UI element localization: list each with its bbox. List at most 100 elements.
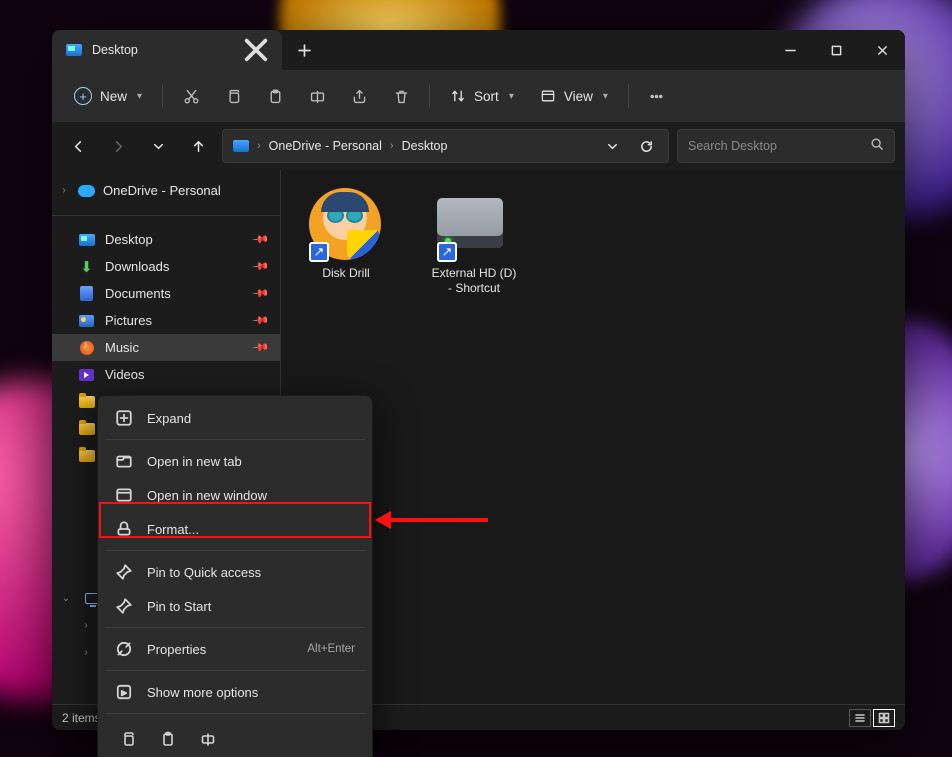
- chevron-right-icon: ›: [58, 185, 70, 196]
- new-menu-button[interactable]: + New ▾: [62, 81, 154, 111]
- ctx-open-new-tab[interactable]: Open in new tab: [103, 444, 367, 478]
- shortcut-overlay-icon: ↗: [437, 242, 457, 262]
- content-area[interactable]: ↗ Disk Drill ↗ External HD (D) - Shortcu…: [280, 170, 905, 704]
- close-button[interactable]: [859, 30, 905, 70]
- more-button[interactable]: [637, 78, 677, 114]
- search-box[interactable]: [677, 129, 895, 163]
- search-icon: [870, 137, 884, 156]
- pin-icon: 📌: [252, 311, 271, 330]
- ctx-rename-button[interactable]: [191, 724, 225, 754]
- sidebar-item-label: Downloads: [105, 259, 169, 274]
- new-label: New: [100, 89, 127, 104]
- address-bar[interactable]: › OneDrive - Personal › Desktop: [222, 129, 669, 163]
- window-icon: [115, 486, 133, 504]
- chevron-right-icon: ›: [80, 647, 92, 658]
- file-label: Disk Drill: [322, 266, 369, 281]
- file-item-disk-drill[interactable]: ↗ Disk Drill: [297, 182, 395, 287]
- ctx-format[interactable]: Format...: [103, 512, 367, 546]
- forward-button[interactable]: [102, 130, 134, 162]
- cloud-icon: [78, 185, 95, 197]
- sidebar-item-videos[interactable]: Videos: [52, 361, 280, 388]
- refresh-button[interactable]: [630, 130, 662, 162]
- back-button[interactable]: [62, 130, 94, 162]
- music-icon: [80, 341, 94, 355]
- details-view-button[interactable]: [849, 709, 871, 727]
- sidebar-root-onedrive[interactable]: › OneDrive - Personal: [52, 176, 280, 205]
- sidebar-item-label: Desktop: [105, 232, 153, 247]
- plus-circle-icon: +: [74, 87, 92, 105]
- chevron-right-icon: ›: [390, 140, 394, 152]
- delete-button[interactable]: [381, 78, 421, 114]
- chevron-down-icon: ⌄: [60, 593, 72, 604]
- ctx-open-new-window[interactable]: Open in new window: [103, 478, 367, 512]
- copy-button[interactable]: [213, 78, 253, 114]
- properties-icon: [115, 640, 133, 658]
- rename-button[interactable]: [297, 78, 337, 114]
- file-item-external-hd[interactable]: ↗ External HD (D) - Shortcut: [425, 182, 523, 302]
- ctx-copy-button[interactable]: [111, 724, 145, 754]
- tab-desktop[interactable]: Desktop: [52, 30, 282, 70]
- expand-icon: [115, 409, 133, 427]
- desktop-icon: [79, 234, 95, 246]
- new-tab-button[interactable]: [282, 30, 326, 70]
- ctx-properties[interactable]: Properties Alt+Enter: [103, 632, 367, 666]
- pin-icon: 📌: [252, 257, 271, 276]
- maximize-button[interactable]: [813, 30, 859, 70]
- address-dropdown-button[interactable]: [596, 130, 628, 162]
- file-label: External HD (D) - Shortcut: [429, 266, 519, 296]
- status-text: 2 items: [62, 711, 101, 725]
- more-icon: [115, 683, 133, 701]
- sidebar-item-pictures[interactable]: Pictures 📌: [52, 307, 280, 334]
- view-label: View: [564, 89, 593, 104]
- drive-icon: [437, 198, 503, 248]
- chevron-down-icon: ▾: [603, 91, 608, 102]
- ctx-paste-button[interactable]: [151, 724, 185, 754]
- sidebar-item-documents[interactable]: Documents 📌: [52, 280, 280, 307]
- ctx-show-more-options[interactable]: Show more options: [103, 675, 367, 709]
- ctx-label: Format...: [147, 522, 199, 537]
- breadcrumb-desktop[interactable]: Desktop: [398, 135, 452, 157]
- share-button[interactable]: [339, 78, 379, 114]
- icons-view-button[interactable]: [873, 709, 895, 727]
- breadcrumb-onedrive[interactable]: OneDrive - Personal: [265, 135, 386, 157]
- recent-locations-button[interactable]: [142, 130, 174, 162]
- document-icon: [80, 286, 93, 301]
- pin-icon: [115, 563, 133, 581]
- folder-icon: [79, 423, 95, 435]
- ctx-label: Open in new tab: [147, 454, 242, 469]
- sidebar-item-music[interactable]: Music 📌: [52, 334, 280, 361]
- sidebar-item-label: Music: [105, 340, 139, 355]
- folder-icon: [79, 450, 95, 462]
- sidebar-item-label: Documents: [105, 286, 171, 301]
- chevron-down-icon: ▾: [137, 91, 142, 102]
- minimize-button[interactable]: [767, 30, 813, 70]
- ctx-label: Pin to Quick access: [147, 565, 261, 580]
- sidebar-item-desktop[interactable]: Desktop 📌: [52, 226, 280, 253]
- sidebar-item-label: Pictures: [105, 313, 152, 328]
- ctx-label: Expand: [147, 411, 191, 426]
- ctx-pin-quick-access[interactable]: Pin to Quick access: [103, 555, 367, 589]
- view-toggle: [849, 709, 895, 727]
- ctx-label: Show more options: [147, 685, 258, 700]
- folder-icon: [79, 396, 95, 408]
- up-button[interactable]: [182, 130, 214, 162]
- sort-menu-button[interactable]: Sort ▾: [438, 82, 526, 110]
- window-controls: [767, 30, 905, 70]
- search-input[interactable]: [688, 139, 870, 153]
- cut-button[interactable]: [171, 78, 211, 114]
- paste-button[interactable]: [255, 78, 295, 114]
- pin-icon: 📌: [252, 284, 271, 303]
- sort-label: Sort: [474, 89, 499, 104]
- sidebar-root-label: OneDrive - Personal: [103, 183, 221, 198]
- ctx-label: Properties: [147, 642, 206, 657]
- pin-icon: 📌: [252, 338, 271, 357]
- chevron-down-icon: ▾: [509, 91, 514, 102]
- ctx-pin-start[interactable]: Pin to Start: [103, 589, 367, 623]
- tab-title: Desktop: [92, 43, 138, 57]
- sidebar-item-downloads[interactable]: ⬇ Downloads 📌: [52, 253, 280, 280]
- chevron-right-icon: ›: [257, 140, 261, 152]
- tab-close-button[interactable]: [242, 36, 270, 64]
- ctx-expand[interactable]: Expand: [103, 401, 367, 435]
- titlebar: Desktop: [52, 30, 905, 70]
- view-menu-button[interactable]: View ▾: [528, 82, 620, 110]
